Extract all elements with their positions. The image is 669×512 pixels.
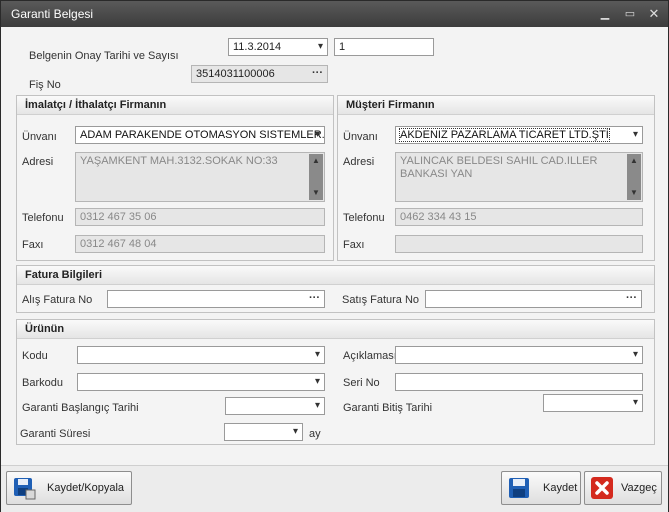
kaydet-kopyala-button[interactable]: Kaydet/Kopyala: [6, 471, 132, 505]
kaydet-kopyala-label: Kaydet/Kopyala: [47, 482, 125, 494]
barkodu-select[interactable]: [77, 373, 325, 391]
musteri-title: Müşteri Firmanın: [338, 96, 654, 115]
imalatci-telefon-label: Telefonu: [22, 212, 64, 224]
vazgec-label: Vazgeç: [621, 482, 657, 494]
kodu-select[interactable]: [77, 346, 325, 364]
kodu-label: Kodu: [22, 350, 48, 362]
minimize-icon[interactable]: ▁: [598, 7, 612, 21]
imalatci-faks-field[interactable]: 0312 467 48 04: [75, 235, 325, 253]
garanti-suresi-select[interactable]: [224, 423, 303, 441]
alis-fatura-input[interactable]: [107, 290, 325, 308]
seri-no-input[interactable]: [395, 373, 643, 391]
musteri-unvan-label: Ünvanı: [343, 131, 378, 143]
footer-bar: Kaydet/Kopyala Kaydet Vazgeç: [1, 465, 668, 512]
fatura-group: Fatura Bilgileri Alış Fatura No Satış Fa…: [16, 265, 655, 313]
musteri-unvan-select[interactable]: AKDENIZ PAZARLAMA TICARET LTD.ŞTİ: [395, 126, 643, 144]
imalatci-adres-textarea[interactable]: YAŞAMKENT MAH.3132.SOKAK NO:33 ▲ ▼: [75, 152, 325, 202]
musteri-adres-scrollbar[interactable]: ▲ ▼: [627, 154, 641, 200]
imalatci-telefon-field[interactable]: 0312 467 35 06: [75, 208, 325, 226]
save-icon: [509, 478, 529, 498]
urun-group: Ürünün Kodu Açıklaması Barkodu Seri No G…: [16, 319, 655, 445]
imalatci-adres-scrollbar[interactable]: ▲ ▼: [309, 154, 323, 200]
garanti-belgesi-window: Garanti Belgesi ▁ ▭ ✕ Belgenin Onay Tari…: [0, 0, 669, 512]
musteri-telefon-field[interactable]: 0462 334 43 15: [395, 208, 643, 226]
scroll-up-icon[interactable]: ▲: [309, 156, 323, 166]
kaydet-button[interactable]: Kaydet: [501, 471, 581, 505]
imalatci-adres-label: Adresi: [22, 156, 54, 168]
urun-title: Ürünün: [17, 320, 654, 339]
imalatci-title: İmalatçı / İthalatçı Firmanın: [17, 96, 333, 115]
musteri-unvan-value: AKDENIZ PAZARLAMA TICARET LTD.ŞTİ: [399, 128, 610, 142]
seri-no-label: Seri No: [343, 377, 380, 389]
vazgec-button[interactable]: Vazgeç: [584, 471, 662, 505]
scroll-up-icon[interactable]: ▲: [627, 156, 641, 166]
imalatci-unvan-label: Ünvanı: [22, 131, 57, 143]
musteri-adres-textarea[interactable]: YALINCAK BELDESI SAHIL CAD.ILLER BANKASI…: [395, 152, 643, 202]
satis-fatura-label: Satış Fatura No: [342, 294, 420, 306]
imalatci-unvan-select[interactable]: ADAM PARAKENDE OTOMASYON SISTEMLER...: [75, 126, 325, 144]
garanti-bitis-label: Garanti Bitiş Tarihi: [343, 402, 433, 414]
save-copy-icon: [14, 478, 36, 500]
musteri-adres-label: Adresi: [343, 156, 375, 168]
maximize-icon[interactable]: ▭: [623, 7, 637, 21]
garanti-bitis-picker[interactable]: [543, 394, 643, 412]
garanti-baslangic-label: Garanti Başlangıç Tarihi: [22, 402, 139, 414]
imalatci-faks-label: Faxı: [22, 239, 44, 251]
scroll-down-icon[interactable]: ▼: [627, 188, 641, 198]
window-title: Garanti Belgesi: [11, 7, 94, 21]
imalatci-group: İmalatçı / İthalatçı Firmanın Ünvanı ADA…: [16, 95, 334, 261]
musteri-adres-text: YALINCAK BELDESI SAHIL CAD.ILLER BANKASI…: [400, 155, 598, 180]
aciklama-select[interactable]: [395, 346, 643, 364]
musteri-telefon-label: Telefonu: [343, 212, 385, 224]
fatura-title: Fatura Bilgileri: [17, 266, 654, 285]
garanti-suresi-unit: ay: [309, 428, 321, 440]
onay-date-picker[interactable]: 11.3.2014: [228, 38, 328, 56]
scroll-down-icon[interactable]: ▼: [309, 188, 323, 198]
onay-label: Belgenin Onay Tarihi ve Sayısı: [29, 50, 179, 62]
barkodu-label: Barkodu: [22, 377, 63, 389]
garanti-suresi-label: Garanti Süresi: [20, 428, 91, 440]
aciklama-label: Açıklaması: [343, 350, 397, 362]
alis-fatura-label: Alış Fatura No: [22, 294, 93, 306]
fis-no-label: Fiş No: [29, 79, 61, 91]
fis-no-field[interactable]: 3514031100006: [191, 65, 328, 83]
onay-number-input[interactable]: 1: [334, 38, 434, 56]
form-content: Belgenin Onay Tarihi ve Sayısı 11.3.2014…: [1, 27, 668, 465]
garanti-baslangic-picker[interactable]: [225, 397, 325, 415]
satis-fatura-input[interactable]: [425, 290, 642, 308]
title-bar: Garanti Belgesi ▁ ▭ ✕: [1, 1, 668, 27]
musteri-faks-field[interactable]: [395, 235, 643, 253]
cancel-icon: [591, 477, 613, 499]
imalatci-adres-text: YAŞAMKENT MAH.3132.SOKAK NO:33: [80, 155, 278, 167]
musteri-faks-label: Faxı: [343, 239, 365, 251]
musteri-group: Müşteri Firmanın Ünvanı AKDENIZ PAZARLAM…: [337, 95, 655, 261]
close-icon[interactable]: ✕: [647, 7, 661, 21]
kaydet-label: Kaydet: [543, 482, 578, 494]
